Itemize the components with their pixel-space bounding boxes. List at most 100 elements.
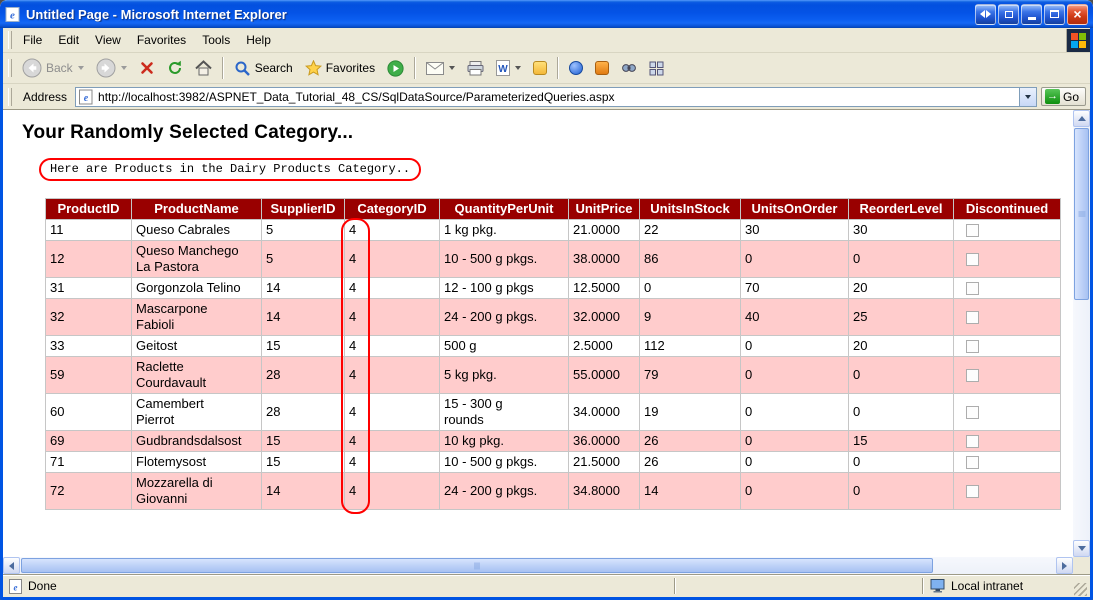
cell-discontinued <box>954 220 1061 241</box>
table-row: 32Mascarpone Fabioli14424 - 200 g pkgs.3… <box>46 299 1061 336</box>
forward-button[interactable] <box>91 56 132 80</box>
menu-tools[interactable]: Tools <box>194 30 238 50</box>
addressbar-grip[interactable] <box>8 88 12 106</box>
cell-supplierid: 5 <box>262 241 345 278</box>
horizontal-scroll-thumb[interactable] <box>21 558 933 573</box>
menu-help[interactable]: Help <box>238 30 279 50</box>
find-button[interactable] <box>616 59 642 77</box>
cell-discontinued <box>954 452 1061 473</box>
stop-button[interactable] <box>134 58 160 78</box>
toolbar-grip[interactable] <box>8 59 12 77</box>
research-icon <box>595 61 609 75</box>
discontinued-checkbox <box>966 456 979 469</box>
print-button[interactable] <box>462 59 489 78</box>
cell-supplierid: 14 <box>262 473 345 510</box>
edit-button[interactable]: W <box>491 58 526 78</box>
cell-unitprice: 21.5000 <box>569 452 640 473</box>
column-header-discontinued: Discontinued <box>954 199 1061 220</box>
mail-button[interactable] <box>421 60 460 77</box>
scroll-right-button[interactable] <box>1056 557 1073 574</box>
window-resize-grip[interactable] <box>1074 583 1087 596</box>
cell-productid: 71 <box>46 452 132 473</box>
favorites-star-icon <box>305 60 322 76</box>
local-intranet-icon <box>930 579 946 593</box>
address-dropdown-button[interactable] <box>1019 88 1036 106</box>
status-text: Done <box>28 579 57 593</box>
menu-file[interactable]: File <box>15 30 50 50</box>
cell-quantityperunit: 24 - 200 g pkgs. <box>440 299 569 336</box>
browser-window: e Untitled Page - Microsoft Internet Exp… <box>0 0 1093 600</box>
vertical-scrollbar[interactable] <box>1073 110 1090 557</box>
column-header-categoryid: CategoryID <box>345 199 440 220</box>
messenger-button[interactable] <box>528 59 552 77</box>
home-button[interactable] <box>190 58 217 78</box>
table-row: 71Flotemysost15410 - 500 g pkgs.21.50002… <box>46 452 1061 473</box>
favorites-label: Favorites <box>326 61 375 75</box>
media-button[interactable] <box>382 58 409 79</box>
back-button[interactable]: Back <box>17 56 89 80</box>
discontinued-checkbox <box>966 282 979 295</box>
refresh-button[interactable] <box>162 58 188 78</box>
window-arrows-button[interactable] <box>975 4 996 25</box>
minimize-button[interactable] <box>1021 4 1042 25</box>
scroll-left-button[interactable] <box>3 557 20 574</box>
go-label: Go <box>1063 90 1079 104</box>
status-bar: e Done Local intranet <box>3 574 1090 597</box>
cell-productid: 32 <box>46 299 132 336</box>
go-button[interactable]: → Go <box>1041 87 1086 106</box>
cell-unitsinstock: 26 <box>640 431 741 452</box>
arrow-up-icon <box>1078 116 1086 121</box>
address-url: http://localhost:3982/ASPNET_Data_Tutori… <box>98 90 1019 104</box>
page-icon: e <box>79 89 94 105</box>
windows-logo-icon <box>1066 29 1090 52</box>
cell-productname: Raclette Courdavault <box>132 357 262 394</box>
cell-discontinued <box>954 299 1061 336</box>
address-input[interactable]: e http://localhost:3982/ASPNET_Data_Tuto… <box>75 87 1037 107</box>
scroll-down-button[interactable] <box>1073 540 1090 557</box>
menu-favorites[interactable]: Favorites <box>129 30 194 50</box>
cell-unitsonorder: 70 <box>741 278 849 299</box>
standard-toolbar: Back <box>3 53 1090 84</box>
discontinued-checkbox <box>966 406 979 419</box>
cell-productname: Queso Cabrales <box>132 220 262 241</box>
window-box-button[interactable] <box>998 4 1019 25</box>
maximize-button[interactable] <box>1044 4 1065 25</box>
scroll-up-button[interactable] <box>1073 110 1090 127</box>
discuss-button[interactable] <box>564 59 588 77</box>
cell-productid: 11 <box>46 220 132 241</box>
menu-view[interactable]: View <box>87 30 129 50</box>
cell-unitprice: 32.0000 <box>569 299 640 336</box>
cell-quantityperunit: 15 - 300 g rounds <box>440 394 569 431</box>
close-button[interactable]: × <box>1067 4 1088 25</box>
security-zone-panel: Local intranet <box>924 575 1074 597</box>
tiles-button[interactable] <box>644 59 669 78</box>
horizontal-scrollbar[interactable] <box>3 557 1073 574</box>
window-controls: × <box>975 4 1088 25</box>
address-label: Address <box>19 90 71 104</box>
research-button[interactable] <box>590 59 614 77</box>
cell-productid: 31 <box>46 278 132 299</box>
discontinued-checkbox <box>966 369 979 382</box>
column-header-unitsinstock: UnitsInStock <box>640 199 741 220</box>
cell-categoryid: 4 <box>345 278 440 299</box>
vertical-scroll-thumb[interactable] <box>1074 128 1089 300</box>
search-button[interactable]: Search <box>229 58 298 79</box>
menu-edit[interactable]: Edit <box>50 30 87 50</box>
cell-discontinued <box>954 241 1061 278</box>
mail-dropdown-icon <box>449 66 455 70</box>
cell-productname: Mascarpone Fabioli <box>132 299 262 336</box>
cell-categoryid: 4 <box>345 357 440 394</box>
svg-text:e: e <box>10 9 15 21</box>
statusbar-progress-panel <box>676 575 921 597</box>
menubar-grip[interactable] <box>8 31 12 49</box>
column-header-unitprice: UnitPrice <box>569 199 640 220</box>
column-header-quantityperunit: QuantityPerUnit <box>440 199 569 220</box>
cell-unitsinstock: 14 <box>640 473 741 510</box>
statusbar-separator <box>674 578 675 594</box>
page-title: Your Randomly Selected Category... <box>22 122 1073 144</box>
cell-categoryid: 4 <box>345 452 440 473</box>
svg-text:e: e <box>84 93 89 104</box>
favorites-button[interactable]: Favorites <box>300 58 380 78</box>
mail-icon <box>426 62 444 75</box>
cell-supplierid: 14 <box>262 278 345 299</box>
